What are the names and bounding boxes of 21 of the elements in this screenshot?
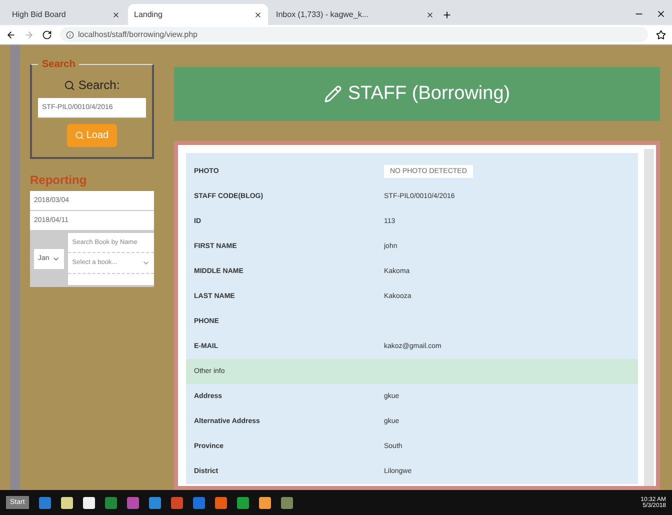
reload-icon[interactable] [42, 30, 52, 40]
back-icon[interactable] [6, 30, 16, 40]
page-header: STAFF (Borrowing) [174, 67, 660, 121]
reporting-title: Reporting [30, 173, 88, 187]
search-label: Search: [64, 78, 120, 92]
star-icon[interactable] [656, 30, 666, 40]
browser-tab[interactable]: Landing [128, 4, 268, 25]
address-bar[interactable]: localhost/staff/borrowing/view.php [60, 27, 648, 42]
caret-icon [142, 259, 150, 267]
close-icon[interactable] [426, 10, 434, 18]
search-icon [64, 80, 76, 90]
page-scroll-track[interactable] [10, 45, 20, 490]
close-icon[interactable] [656, 9, 666, 19]
new-tab-icon[interactable] [442, 10, 452, 20]
pencil-icon [324, 85, 342, 103]
scrollbar[interactable] [644, 149, 654, 486]
section-legend: Search [38, 59, 80, 70]
close-icon[interactable] [254, 10, 262, 18]
close-icon[interactable] [112, 10, 120, 18]
caret-icon [52, 255, 60, 263]
search-icon [75, 131, 84, 140]
